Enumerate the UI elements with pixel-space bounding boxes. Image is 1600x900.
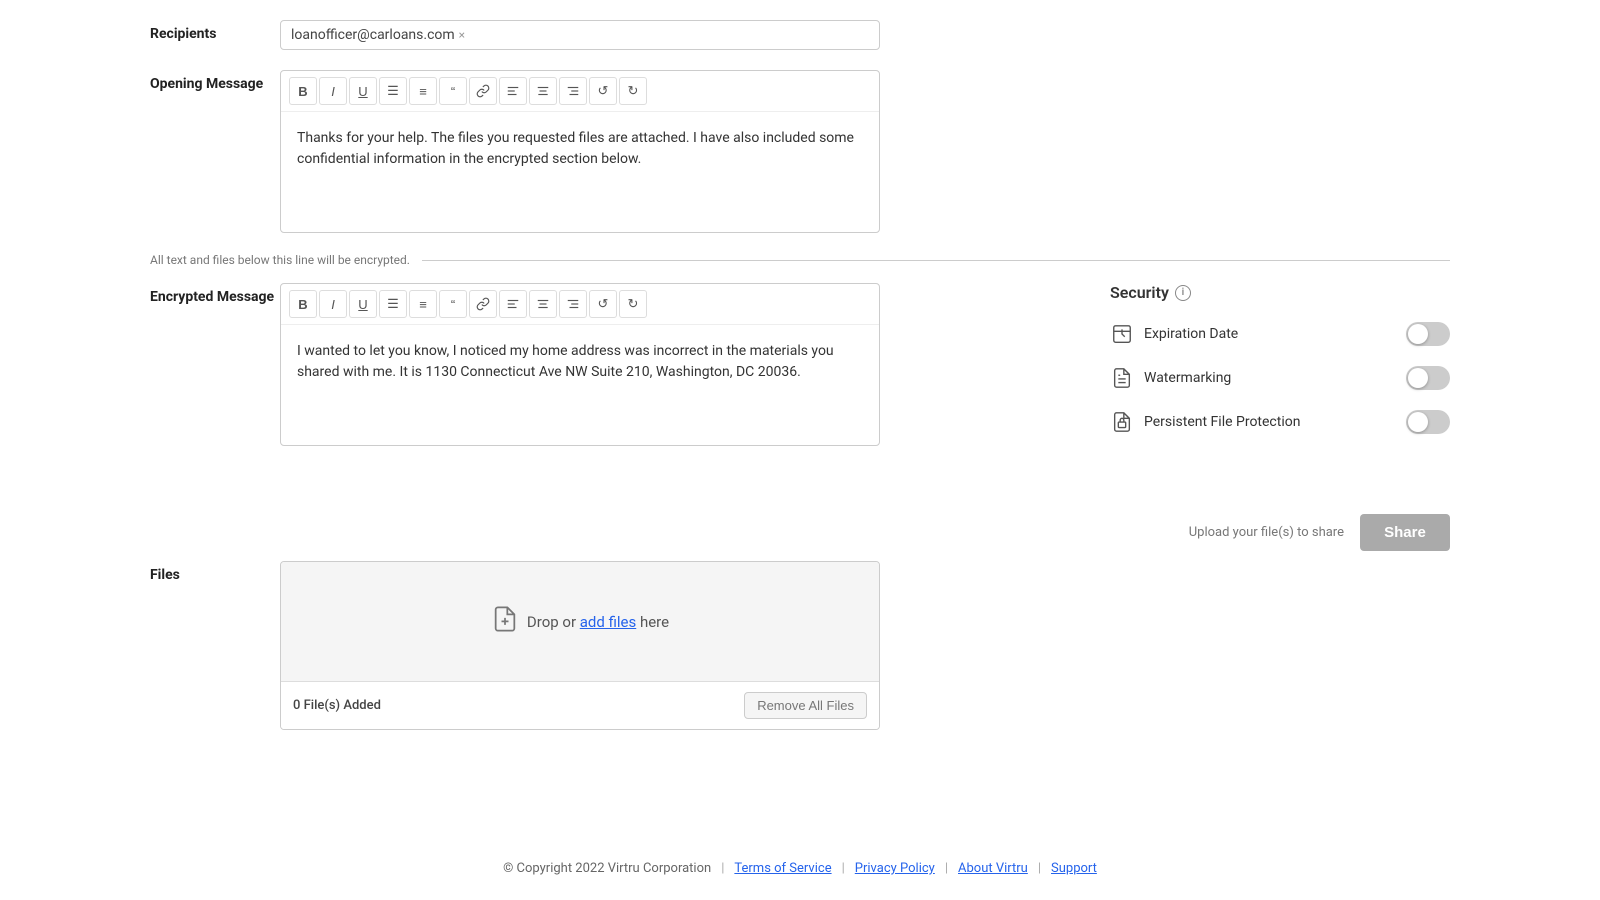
divider-text: All text and files below this line will … — [150, 253, 422, 267]
blockquote-button-1[interactable]: “ — [439, 77, 467, 105]
blockquote-button-2[interactable]: “ — [439, 290, 467, 318]
watermarking-icon — [1110, 366, 1134, 390]
copyright-text: © Copyright 2022 Virtru Corporation — [503, 861, 711, 876]
expiration-date-toggle[interactable] — [1406, 322, 1450, 346]
footer: © Copyright 2022 Virtru Corporation | Te… — [0, 837, 1600, 900]
encrypted-message-editor[interactable]: B I U ☰ ≡ “ — [280, 283, 880, 446]
link-button-2[interactable] — [469, 290, 497, 318]
divider-line — [422, 260, 1450, 261]
opening-message-body[interactable]: Thanks for your help. The files you requ… — [281, 112, 879, 232]
undo-button-1[interactable]: ↺ — [589, 77, 617, 105]
numbered-list-button-2[interactable]: ≡ — [409, 290, 437, 318]
undo-button-2[interactable]: ↺ — [589, 290, 617, 318]
drop-zone-icon — [491, 605, 519, 639]
redo-button-2[interactable]: ↻ — [619, 290, 647, 318]
recipients-label: Recipients — [150, 20, 280, 42]
share-section: Upload your file(s) to share Share — [1110, 514, 1450, 551]
security-title: Security i — [1110, 283, 1450, 302]
encryption-divider: All text and files below this line will … — [150, 253, 1450, 267]
encrypted-message-toolbar: B I U ☰ ≡ “ — [281, 284, 879, 325]
support-link[interactable]: Support — [1051, 861, 1097, 876]
remove-all-files-button[interactable]: Remove All Files — [744, 692, 867, 719]
encrypted-message-body[interactable]: I wanted to let you know, I noticed my h… — [281, 325, 879, 445]
underline-button-1[interactable]: U — [349, 77, 377, 105]
recipient-tag: loanofficer@carloans.com × — [291, 27, 465, 43]
files-area[interactable]: Drop or add files here 0 File(s) Added R… — [280, 561, 880, 730]
align-center-button-1[interactable] — [529, 77, 557, 105]
opening-message-label: Opening Message — [150, 70, 280, 92]
bullet-list-button-1[interactable]: ☰ — [379, 77, 407, 105]
redo-button-1[interactable]: ↻ — [619, 77, 647, 105]
expiration-date-icon — [1110, 322, 1134, 346]
remove-recipient-icon[interactable]: × — [459, 28, 465, 42]
upload-hint: Upload your file(s) to share — [1189, 525, 1344, 540]
align-right-button-2[interactable] — [559, 290, 587, 318]
bold-button-2[interactable]: B — [289, 290, 317, 318]
recipient-email: loanofficer@carloans.com — [291, 27, 455, 43]
link-button-1[interactable] — [469, 77, 497, 105]
watermarking-toggle[interactable] — [1406, 366, 1450, 390]
security-panel: Security i Expiration Date — [1110, 283, 1450, 551]
italic-button-2[interactable]: I — [319, 290, 347, 318]
italic-button-1[interactable]: I — [319, 77, 347, 105]
expiration-date-label: Expiration Date — [1144, 326, 1238, 342]
about-virtru-link[interactable]: About Virtru — [958, 861, 1028, 876]
files-label: Files — [150, 561, 280, 583]
align-right-button-1[interactable] — [559, 77, 587, 105]
persistent-file-protection-toggle[interactable] — [1406, 410, 1450, 434]
bold-button-1[interactable]: B — [289, 77, 317, 105]
recipients-input[interactable]: loanofficer@carloans.com × — [280, 20, 880, 50]
align-center-button-2[interactable] — [529, 290, 557, 318]
opening-message-editor[interactable]: B I U ☰ ≡ “ — [280, 70, 880, 233]
terms-of-service-link[interactable]: Terms of Service — [734, 861, 831, 876]
align-left-button-1[interactable] — [499, 77, 527, 105]
persistent-file-protection-icon — [1110, 410, 1134, 434]
files-footer: 0 File(s) Added Remove All Files — [281, 682, 879, 729]
watermarking-label: Watermarking — [1144, 370, 1231, 386]
watermarking-option: Watermarking — [1110, 366, 1450, 390]
numbered-list-button-1[interactable]: ≡ — [409, 77, 437, 105]
opening-message-toolbar: B I U ☰ ≡ “ — [281, 71, 879, 112]
expiration-date-option: Expiration Date — [1110, 322, 1450, 346]
encrypted-message-label: Encrypted Message — [150, 283, 280, 305]
files-count: 0 File(s) Added — [293, 698, 381, 713]
add-files-link[interactable]: add files — [580, 613, 636, 631]
security-info-icon[interactable]: i — [1175, 285, 1191, 301]
align-left-button-2[interactable] — [499, 290, 527, 318]
drop-zone[interactable]: Drop or add files here — [281, 562, 879, 682]
persistent-file-protection-label: Persistent File Protection — [1144, 414, 1300, 430]
persistent-file-protection-option: Persistent File Protection — [1110, 410, 1450, 434]
share-button[interactable]: Share — [1360, 514, 1450, 551]
bullet-list-button-2[interactable]: ☰ — [379, 290, 407, 318]
underline-button-2[interactable]: U — [349, 290, 377, 318]
privacy-policy-link[interactable]: Privacy Policy — [855, 861, 935, 876]
drop-text: Drop or add files here — [527, 613, 669, 631]
